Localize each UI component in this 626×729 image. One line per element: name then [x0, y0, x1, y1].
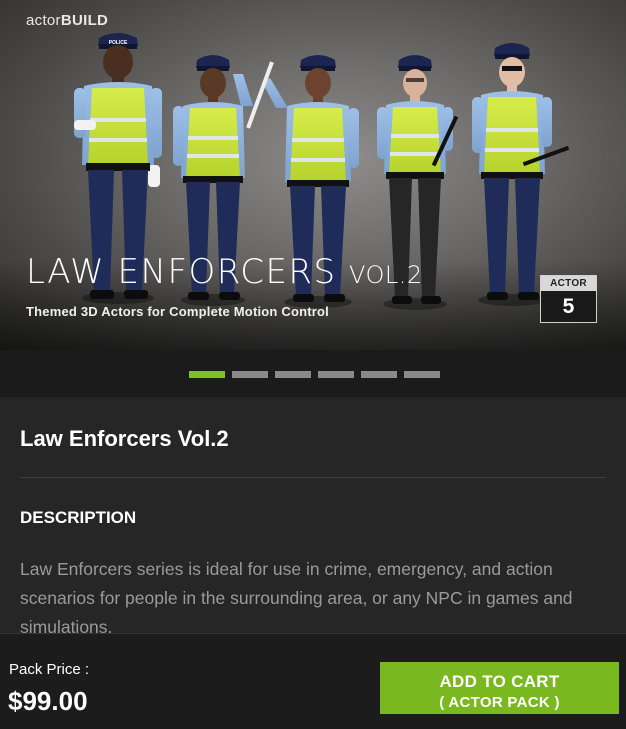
actor-pack-label: ( ACTOR PACK ) [439, 693, 560, 711]
actor-count-badge: ACTOR 5 [540, 275, 597, 323]
add-to-cart-label: ADD TO CART [439, 671, 560, 691]
product-details[interactable]: Law Enforcers Vol.2 DESCRIPTION Law Enfo… [0, 397, 626, 633]
hero-title: LAW ENFORCERS VOL.2 [26, 252, 423, 292]
price-label: Pack Price : [9, 661, 90, 678]
officer-figure-5 [472, 43, 570, 306]
actor-badge-label: ACTOR [541, 276, 596, 291]
add-to-cart-button[interactable]: ADD TO CART ( ACTOR PACK ) [380, 662, 619, 714]
hero-banner[interactable]: actorBUILD POLICE LAW ENFORCERS VOL.2 Th… [0, 0, 626, 350]
purchase-bar: Pack Price : $99.00 ADD TO CART ( ACTOR … [0, 633, 626, 729]
police-figures-illustration: POLICE [74, 33, 570, 310]
carousel-dot-1[interactable] [189, 371, 225, 378]
carousel-indicator-bar [0, 350, 626, 397]
carousel-dot-5[interactable] [361, 371, 397, 378]
description-text: Law Enforcers series is ideal for use in… [20, 559, 573, 633]
carousel-dot-6[interactable] [404, 371, 440, 378]
hero-subtitle: Themed 3D Actors for Complete Motion Con… [26, 304, 329, 319]
price-value: $99.00 [8, 686, 88, 716]
carousel-dots [189, 371, 440, 378]
section-divider [20, 477, 606, 478]
carousel-dot-2[interactable] [232, 371, 268, 378]
product-title: Law Enforcers Vol.2 [20, 426, 229, 451]
carousel-dot-4[interactable] [318, 371, 354, 378]
description-heading: DESCRIPTION [20, 508, 137, 527]
carousel-dot-3[interactable] [275, 371, 311, 378]
actor-badge-count: 5 [562, 295, 575, 318]
